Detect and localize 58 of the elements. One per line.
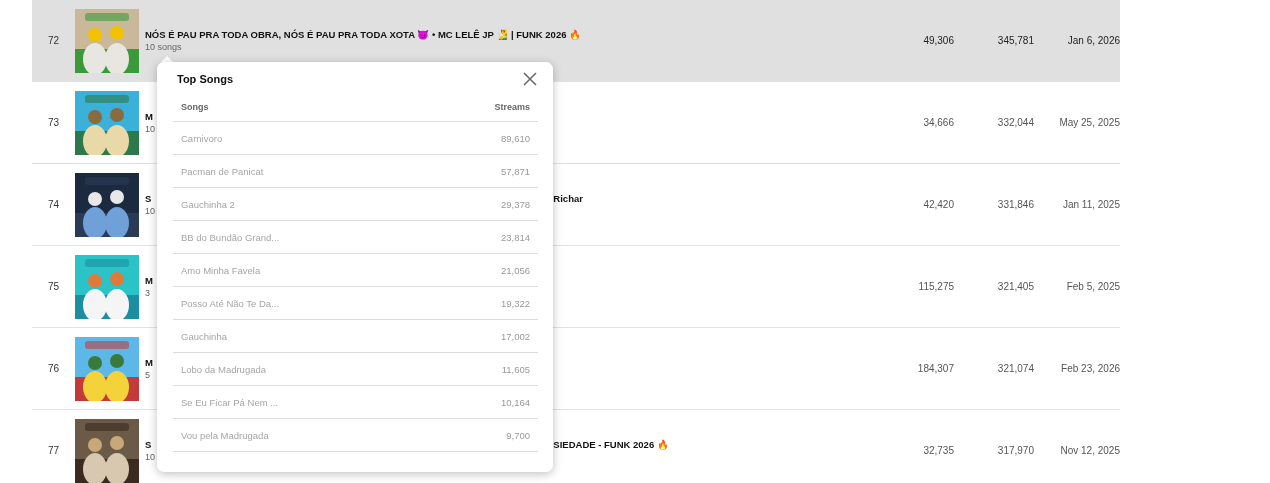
table-cell-text: 34,666	[922, 117, 954, 128]
column-header: Streams	[494, 101, 530, 112]
rank-number: 72	[46, 35, 61, 46]
stream-count: 19,322	[500, 297, 530, 309]
stream-count: 29,378	[500, 198, 530, 210]
date-cell-text: May 25, 2025	[1058, 117, 1120, 128]
date-cell-text: Feb 23, 2026	[1060, 363, 1120, 374]
rank-number: 74	[46, 199, 61, 210]
stream-count: 89,610	[500, 132, 530, 144]
date-cell-text: Nov 12, 2025	[1059, 445, 1120, 456]
popup-title: Top Songs	[177, 73, 233, 85]
date-cell-text: Jan 6, 2026	[1066, 35, 1120, 46]
playlist-title: Richar	[553, 193, 583, 204]
song-name: Gauchinha	[181, 330, 227, 342]
stream-count: 23,814	[500, 231, 530, 243]
stream-count: 17,002	[500, 330, 530, 342]
table-cell-text: 345,781	[996, 35, 1034, 46]
table-cell-text: 49,306	[922, 35, 954, 46]
rank-number: 77	[46, 445, 61, 456]
table-cell-text: 321,405	[996, 281, 1034, 292]
song-count[interactable]: 10 songs	[145, 42, 864, 52]
rank-number: 75	[46, 281, 61, 292]
song-name: Gauchinha 2	[181, 198, 235, 210]
column-header: Songs	[181, 101, 209, 112]
song-name: BB do Bundão Grand...	[181, 231, 280, 243]
playlist-title: NÓS É PAU PRA TODA OBRA, NÓS É PAU PRA TODA XOTA 😈 • MC LELÊ JP 🧏‍♂ | FUNK 2026 🔥	[145, 29, 582, 40]
playlist-title: SIEDADE - FUNK 2026 🔥	[553, 439, 669, 450]
playlist-title: M	[145, 275, 153, 286]
playlist-title: M	[145, 111, 153, 122]
song-name: Posso Até Não Te Da...	[181, 297, 280, 309]
table-cell-text: 321,074	[996, 363, 1034, 374]
date-cell-text: Feb 5, 2025	[1065, 281, 1120, 292]
close-icon	[522, 71, 538, 87]
stream-count: 10,164	[500, 396, 530, 408]
song-name: Lobo da Madrugada	[181, 363, 267, 375]
stream-count: 11,605	[501, 363, 530, 375]
rank-number: 73	[46, 117, 61, 128]
song-name: Se Eu Ficar Pá Nem ...	[181, 396, 279, 408]
rank-number: 76	[46, 363, 61, 374]
playlist-title: M	[145, 357, 153, 368]
close-button[interactable]	[522, 71, 538, 87]
table-cell-text: 32,735	[922, 445, 954, 456]
stream-count: 21,056	[500, 264, 530, 276]
date-cell-text: Jan 11, 2025	[1061, 199, 1120, 210]
song-name: Carnivoro	[181, 132, 223, 144]
table-cell-text: 184,307	[916, 363, 954, 374]
stream-count: 57,871	[500, 165, 530, 177]
table-cell-text: 317,970	[996, 445, 1034, 456]
song-name: Amo Minha Favela	[181, 264, 261, 276]
song-name: Vou pela Madrugada	[181, 429, 269, 441]
table-cell-text: 332,044	[996, 117, 1034, 128]
table-cell-text: 331,846	[996, 199, 1034, 210]
table-cell-text: 42,420	[922, 199, 954, 210]
playlist-title: S	[145, 439, 152, 450]
song-name: Pacman de Panicat	[181, 165, 264, 177]
playlist-title: S	[145, 193, 152, 204]
table-cell-text: 115,275	[917, 281, 954, 292]
stream-count: 9,700	[506, 429, 530, 441]
